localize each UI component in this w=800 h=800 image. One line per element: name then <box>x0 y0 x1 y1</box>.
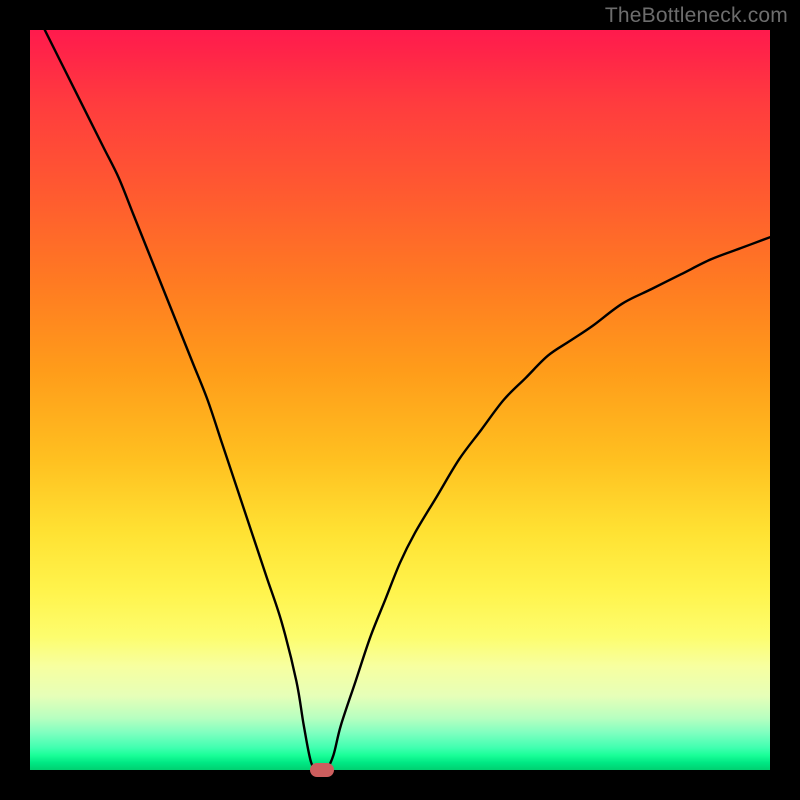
bottleneck-curve <box>30 30 770 770</box>
chart-frame: TheBottleneck.com <box>0 0 800 800</box>
plot-area <box>30 30 770 770</box>
watermark-text: TheBottleneck.com <box>605 4 788 28</box>
optimal-point-marker <box>310 763 334 777</box>
